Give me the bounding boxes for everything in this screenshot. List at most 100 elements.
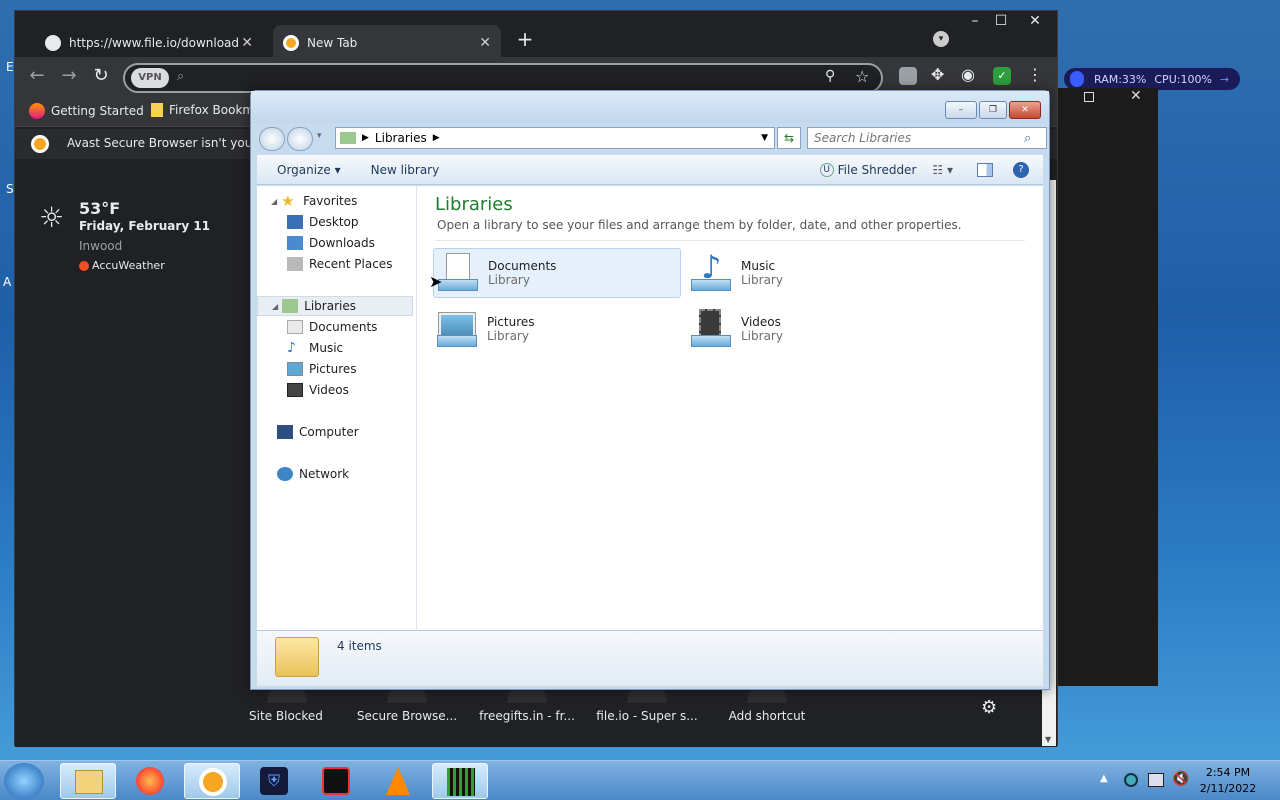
forward-icon[interactable] [287,127,313,151]
close-icon[interactable]: ✕ [1130,88,1142,104]
nav-documents[interactable]: Documents [257,317,417,337]
sun-icon: ☼ [39,201,65,234]
start-button[interactable] [4,763,44,799]
nav-network[interactable]: Network [257,464,417,484]
nav-favorites[interactable]: ◢ ★ Favorites [257,191,417,211]
shortcut-file-io[interactable]: file.io - Super s... [592,709,702,723]
breadcrumb[interactable]: Libraries [375,131,427,145]
explorer-window: – ❐ ✕ ▾ ▶ Libraries ▶ ▼ ⇆ ⌕ Organize ▾ N… [250,90,1050,690]
shield-check-icon[interactable]: ✓ [993,67,1011,85]
search-icon[interactable]: ⌕ [1024,131,1031,146]
breadcrumb-arrow-icon[interactable]: ▶ [433,133,440,143]
view-options-icon[interactable]: ☷ ▾ [932,163,953,177]
nav-pictures[interactable]: Pictures [257,359,417,379]
new-tab-button[interactable]: + [515,27,535,51]
address-bar[interactable]: VPN ⌕ ⚲ ☆ [123,63,883,93]
computer-icon [277,425,293,439]
library-pictures[interactable]: Pictures Library [433,304,681,354]
breadcrumb-arrow-icon[interactable]: ▶ [362,133,369,143]
star-icon[interactable]: ☆ [855,67,869,86]
volume-muted-icon[interactable]: 🔇 [1172,771,1189,787]
nav-music[interactable]: ♪ Music [257,338,417,358]
profile-icon[interactable]: ◉ [961,65,975,84]
close-button[interactable]: ✕ [1023,13,1047,29]
nav-videos[interactable]: Videos [257,380,417,400]
documents-icon [287,320,303,334]
search-input[interactable] [814,131,1024,145]
back-icon[interactable] [259,127,285,151]
provider-label: AccuWeather [92,259,165,272]
reload-icon[interactable]: ↻ [89,65,113,86]
nav-recent-places[interactable]: Recent Places [257,254,417,274]
library-videos[interactable]: Videos Library [687,304,935,354]
customize-icon[interactable]: ⚙ [981,697,997,718]
maximize-button[interactable]: ❐ [979,101,1007,119]
library-name: Music [741,259,776,273]
taskbar-firefox[interactable] [122,763,178,799]
tab-new-tab[interactable]: New Tab ✕ [273,25,501,61]
recent-pages-icon[interactable]: ▾ [317,131,322,141]
close-button[interactable]: ✕ [1009,101,1041,119]
weather-date: Friday, February 11 [79,219,211,233]
taskbar-explorer[interactable] [60,763,116,799]
new-library-button[interactable]: New library [371,163,440,177]
maximize-button[interactable]: ☐ [989,13,1013,29]
nav-label: Desktop [309,215,359,229]
refresh-icon[interactable]: ⇆ [777,127,801,149]
close-tab-icon[interactable]: ✕ [479,35,491,51]
back-icon[interactable]: ← [25,65,49,86]
search-box[interactable]: ⌕ [807,127,1047,149]
bookmark-firefox[interactable]: Firefox Bookma [151,103,261,117]
shortcut-add[interactable]: Add shortcut [712,709,822,723]
network-icon[interactable] [1148,773,1164,787]
firefox-icon [29,103,45,119]
firefox-icon [136,767,164,795]
taskbar-vlc[interactable] [370,763,426,799]
desktop-label: A [3,275,12,289]
nav-label: Network [299,467,350,481]
library-name: Pictures [487,315,535,329]
minimize-button[interactable]: – [963,13,987,29]
extension-icon[interactable] [899,67,917,85]
show-hidden-icons[interactable]: ▲ [1100,773,1108,784]
taskbar-vpn[interactable]: ⛨ [246,763,302,799]
shortcut-site-blocked[interactable]: Site Blocked [231,709,341,723]
file-shredder-button[interactable]: U File Shredder [819,162,916,177]
taskbar-app[interactable] [432,763,488,799]
forward-icon[interactable]: → [57,65,81,86]
shortcut-freegifts[interactable]: freegifts.in - fr... [472,709,582,723]
preview-pane-icon[interactable] [977,162,993,177]
nav-libraries[interactable]: ◢ Libraries [257,296,413,316]
help-icon[interactable]: ? [1013,161,1029,178]
bookmark-getting-started[interactable]: Getting Started [29,103,144,119]
address-box[interactable]: ▶ Libraries ▶ ▼ [335,127,775,149]
nav-label: Music [309,341,344,355]
background-window: ✕ [1058,88,1158,686]
system-monitor[interactable]: RAM:33% CPU:100% → [1064,68,1240,90]
tray-app-icon[interactable] [1124,773,1138,787]
arrow-right-icon[interactable]: → [1220,73,1229,86]
clock[interactable]: 2:54 PM 2/11/2022 [1190,765,1266,797]
shredder-icon: U [819,162,834,177]
nav-desktop[interactable]: Desktop [257,212,417,232]
library-documents[interactable]: Documents Library [433,248,681,298]
shortcut-secure-browser[interactable]: Secure Browse... [352,709,462,723]
menu-icon[interactable]: ⋮ [1027,65,1043,84]
close-tab-icon[interactable]: ✕ [241,35,253,51]
library-music[interactable]: ♪ Music Library [687,248,935,298]
weather-provider[interactable]: AccuWeather [79,259,165,272]
maximize-icon[interactable] [1084,92,1094,102]
organize-button[interactable]: Organize ▾ [277,163,341,177]
location-icon[interactable]: ⚲ [825,68,835,84]
taskbar-recorder[interactable] [308,763,364,799]
desktop-label: E [6,60,14,74]
nav-downloads[interactable]: Downloads [257,233,417,253]
taskbar-avast-browser[interactable] [184,763,240,799]
dropdown-icon[interactable]: ▼ [761,133,768,143]
minimize-button[interactable]: – [945,101,977,119]
nav-computer[interactable]: Computer [257,422,417,442]
tab-search-icon[interactable]: ▾ [933,31,949,47]
puzzle-icon[interactable]: ✥ [931,65,944,84]
tab-file-io[interactable]: https://www.file.io/download/Tqt ✕ [35,25,263,61]
vpn-button[interactable]: VPN [131,68,169,88]
